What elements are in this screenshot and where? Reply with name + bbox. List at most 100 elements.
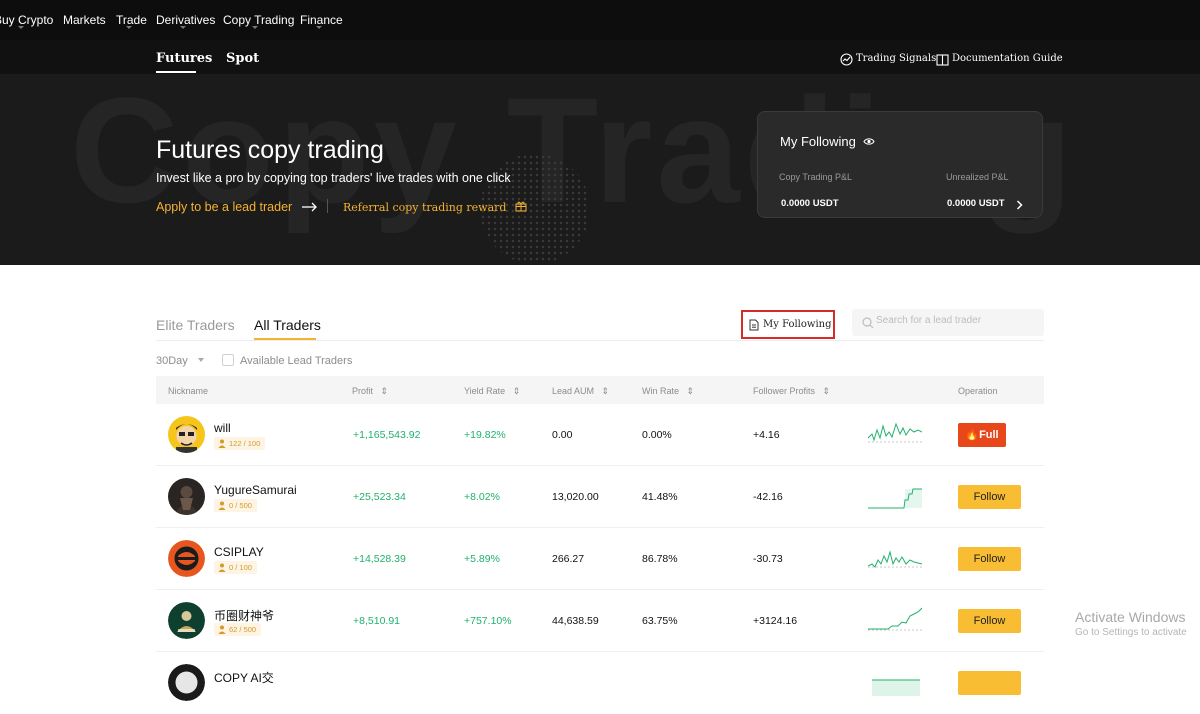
profit-value: +8,510.91 <box>353 615 401 627</box>
follower-profits-value: +4.16 <box>753 429 780 441</box>
avatar <box>168 478 205 515</box>
table-row[interactable]: YugureSamurai 0 / 500 +25,523.34 +8.02% … <box>156 466 1044 528</box>
yield-rate-value: +5.89% <box>464 553 500 565</box>
document-icon <box>749 318 759 336</box>
lead-aum-value: 13,020.00 <box>552 491 599 503</box>
person-icon <box>218 439 226 448</box>
fire-icon: 🔥 <box>965 429 980 441</box>
table-row[interactable]: will 122 / 100 +1,165,543.92 +19.82% 0.0… <box>156 404 1044 466</box>
yield-rate-value: +757.10% <box>464 615 512 627</box>
trader-nickname[interactable]: COPY AI交 <box>214 669 274 686</box>
chevron-down-icon <box>18 26 24 29</box>
table-row[interactable]: COPY AI交 <box>156 652 1044 714</box>
follower-count-badge: 62 / 500 <box>214 623 262 636</box>
copy-pnl-label: Copy Trading P&L <box>779 172 853 182</box>
sparkline-chart <box>868 422 922 443</box>
chevron-down-icon <box>180 26 186 29</box>
available-lead-traders-label: Available Lead Traders <box>240 355 353 367</box>
win-rate-value: 0.00% <box>642 429 672 441</box>
nav-derivatives[interactable]: Derivatives <box>156 13 215 27</box>
referral-reward-link[interactable]: Referral copy trading reward <box>343 200 527 215</box>
column-header-profit[interactable]: Profit ⇕ <box>352 386 388 397</box>
follower-count-badge: 122 / 100 <box>214 437 266 450</box>
table-row[interactable]: 币圈财神爷 62 / 500 +8,510.91 +757.10% 44,638… <box>156 590 1044 652</box>
follower-count: 0 / 100 <box>229 563 252 572</box>
apply-lead-trader-label: Apply to be a lead trader <box>156 200 293 214</box>
unrealized-pnl-value: 0.0000 USDT <box>947 198 1005 209</box>
copy-pnl-value: 0.0000 USDT <box>781 198 839 209</box>
hero-subtitle: Invest like a pro by copying top traders… <box>156 171 511 185</box>
sort-icon: ⇕ <box>601 386 610 396</box>
my-following-card[interactable]: My Following Copy Trading P&L Unrealized… <box>757 111 1043 218</box>
follow-button[interactable]: Follow <box>958 485 1021 509</box>
avatar <box>168 416 205 453</box>
my-following-button-label: My Following <box>763 319 832 330</box>
column-header-label: Lead AUM <box>552 386 595 396</box>
table-row[interactable]: CSIPLAY 0 / 100 +14,528.39 +5.89% 266.27… <box>156 528 1044 590</box>
tab-elite-traders[interactable]: Elite Traders <box>156 317 235 333</box>
my-following-card-title-text: My Following <box>780 134 856 149</box>
column-header-nickname: Nickname <box>168 386 209 396</box>
my-following-button[interactable]: My Following <box>741 310 835 339</box>
follow-button[interactable]: Follow <box>958 547 1021 571</box>
column-header-lead-aum[interactable]: Lead AUM ⇕ <box>552 386 609 397</box>
chevron-down-icon <box>316 26 322 29</box>
sparkline-chart <box>868 550 922 568</box>
column-header-win-rate[interactable]: Win Rate ⇕ <box>642 386 694 397</box>
period-select[interactable]: 30Day <box>156 355 204 367</box>
hero-banner: Copy Trading Futures copy trading Invest… <box>0 74 1200 265</box>
full-button[interactable]: 🔥Full <box>958 423 1006 447</box>
search-input[interactable] <box>876 315 1036 326</box>
chevron-right-icon[interactable] <box>1016 197 1023 215</box>
column-header-yield-rate[interactable]: Yield Rate ⇕ <box>464 386 520 397</box>
follow-button[interactable]: Follow <box>958 609 1021 633</box>
full-button-label: Full <box>979 429 999 441</box>
hero-title: Futures copy trading <box>156 136 384 164</box>
follower-profits-value: -42.16 <box>753 491 783 503</box>
trader-nickname[interactable]: YugureSamurai <box>214 483 297 497</box>
lead-aum-value: 0.00 <box>552 429 573 441</box>
trader-nickname[interactable]: 币圈财神爷 <box>214 607 274 624</box>
yield-rate-value: +8.02% <box>464 491 500 503</box>
referral-reward-label: Referral copy trading reward <box>343 201 507 214</box>
follower-count-badge: 0 / 500 <box>214 499 257 512</box>
follower-profits-value: +3124.16 <box>753 615 798 627</box>
win-rate-value: 86.78% <box>642 553 678 565</box>
arrow-right-icon <box>301 201 318 215</box>
nav-markets[interactable]: Markets <box>63 13 106 27</box>
active-tab-indicator <box>156 71 196 73</box>
nav-finance[interactable]: Finance <box>300 13 343 27</box>
eye-icon[interactable] <box>863 134 876 149</box>
trading-signals-link[interactable]: Trading Signals <box>856 53 936 64</box>
sparkline-chart <box>872 679 920 696</box>
search-box <box>852 309 1044 336</box>
sparkline-chart <box>868 488 922 509</box>
documentation-guide-link[interactable]: Documentation Guide <box>952 53 1063 64</box>
trader-nickname[interactable]: CSIPLAY <box>214 545 264 559</box>
profit-value: +1,165,543.92 <box>353 429 421 441</box>
tab-all-traders[interactable]: All Traders <box>254 317 321 333</box>
tab-futures[interactable]: Futures <box>156 51 212 66</box>
sort-icon: ⇕ <box>512 386 521 396</box>
sort-icon: ⇕ <box>380 386 389 396</box>
column-header-label: Yield Rate <box>464 386 506 396</box>
apply-lead-trader-link[interactable]: Apply to be a lead trader <box>156 200 318 215</box>
profit-value: +25,523.34 <box>353 491 406 503</box>
sub-nav: Futures Spot Trading Signals Documentati… <box>0 40 1200 74</box>
win-rate-value: 41.48% <box>642 491 678 503</box>
column-header-follower-profits[interactable]: Follower Profits ⇕ <box>753 386 830 397</box>
nav-copy-trading[interactable]: Copy Trading <box>223 13 294 27</box>
nav-buy-crypto[interactable]: Buy Crypto <box>0 13 53 27</box>
unrealized-pnl-label: Unrealized P&L <box>946 172 1009 182</box>
follower-count: 122 / 100 <box>229 439 261 448</box>
avatar <box>168 602 205 639</box>
nav-trade[interactable]: Trade <box>116 13 147 27</box>
available-lead-traders-checkbox[interactable] <box>222 354 234 366</box>
follower-profits-value: -30.73 <box>753 553 783 565</box>
trader-nickname[interactable]: will <box>214 421 231 435</box>
period-select-value: 30Day <box>156 355 188 367</box>
tab-spot[interactable]: Spot <box>226 51 259 66</box>
divider <box>156 340 1044 341</box>
person-icon <box>218 625 226 634</box>
sort-icon: ⇕ <box>686 386 695 396</box>
